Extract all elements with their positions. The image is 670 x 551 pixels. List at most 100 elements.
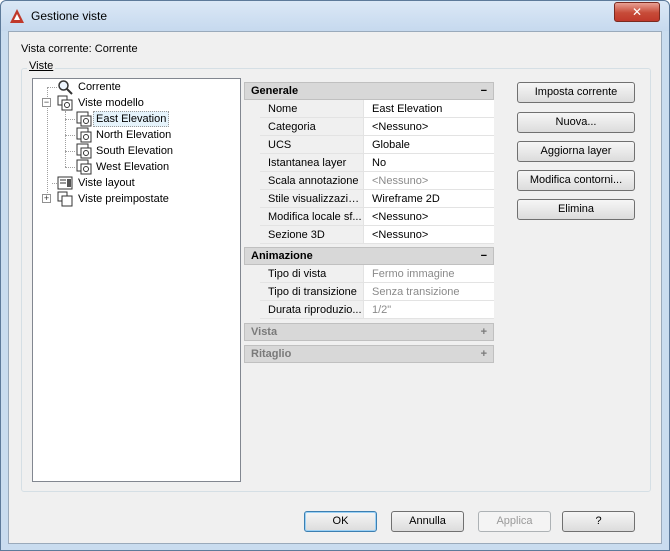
collapse-toggle[interactable]: −: [42, 98, 51, 107]
property-row[interactable]: Istantanea layer No: [244, 154, 494, 172]
edit-boundaries-button[interactable]: Modifica contorni...: [517, 170, 635, 191]
property-name: Istantanea layer: [260, 154, 364, 172]
title-bar[interactable]: Gestione viste ✕: [1, 1, 669, 31]
delete-button[interactable]: Elimina: [517, 199, 635, 220]
property-name: Nome: [260, 100, 364, 118]
property-row[interactable]: Categoria <Nessuno>: [244, 118, 494, 136]
property-value[interactable]: <Nessuno>: [364, 118, 494, 136]
update-layers-button[interactable]: Aggiorna layer: [517, 141, 635, 162]
property-name: Tipo di transizione: [260, 283, 364, 301]
tree-item-label: Viste preimpostate: [78, 193, 169, 205]
magnifier-icon: [58, 80, 73, 95]
new-button[interactable]: Nuova...: [517, 112, 635, 133]
autocad-logo-icon: [10, 9, 24, 23]
row-gutter: [244, 208, 260, 226]
tree-item-viste-preimpostate[interactable]: + Viste preimpostate: [33, 191, 233, 207]
collapse-icon[interactable]: −: [481, 83, 487, 99]
apply-button[interactable]: Applica: [478, 511, 551, 532]
tree-item-label: Viste layout: [78, 177, 135, 189]
row-gutter: [244, 190, 260, 208]
section-animazione[interactable]: Animazione −: [244, 247, 494, 265]
property-name: Scala annotazione: [260, 172, 364, 190]
property-row: Tipo di vista Fermo immagine: [244, 265, 494, 283]
window-title: Gestione viste: [31, 9, 108, 23]
property-row[interactable]: Nome East Elevation: [244, 100, 494, 118]
row-gutter: [244, 118, 260, 136]
section-generale[interactable]: Generale −: [244, 82, 494, 100]
section-title: Animazione: [251, 250, 313, 262]
tree-item-corrente[interactable]: Corrente: [33, 79, 233, 95]
tree-item-viste-modello[interactable]: − Viste modello: [33, 95, 233, 111]
tree-item-west-elevation[interactable]: West Elevation: [33, 159, 233, 175]
preset-views-icon: [57, 191, 73, 207]
close-button[interactable]: ✕: [614, 2, 660, 22]
row-gutter: [244, 100, 260, 118]
tree-item-label: West Elevation: [96, 161, 170, 173]
views-group-label: Viste: [27, 60, 56, 72]
tree-item-label: East Elevation: [93, 111, 170, 127]
dialog-client-area: Vista corrente: Corrente Viste Corrente: [8, 31, 662, 544]
expand-icon[interactable]: +: [481, 324, 487, 340]
property-row[interactable]: UCS Globale: [244, 136, 494, 154]
section-title: Vista: [251, 326, 278, 338]
property-row: Durata riproduzio... 1/2": [244, 301, 494, 319]
row-gutter: [244, 301, 260, 319]
view-icon: [76, 111, 92, 127]
property-row[interactable]: Sezione 3D <Nessuno>: [244, 226, 494, 244]
row-gutter: [244, 172, 260, 190]
property-value[interactable]: Wireframe 2D: [364, 190, 494, 208]
property-name: Modifica locale sf...: [260, 208, 364, 226]
property-value: 1/2": [364, 301, 494, 319]
property-value[interactable]: <Nessuno>: [364, 226, 494, 244]
layout-views-icon: [57, 176, 73, 190]
set-current-button[interactable]: Imposta corrente: [517, 82, 635, 103]
tree-item-north-elevation[interactable]: North Elevation: [33, 127, 233, 143]
row-gutter: [244, 154, 260, 172]
tree-item-label: Corrente: [78, 81, 121, 93]
property-name: Stile visualizzazio...: [260, 190, 364, 208]
tree-item-label: North Elevation: [96, 129, 172, 141]
views-tree[interactable]: Corrente − Viste modello East Elevation …: [32, 78, 241, 482]
property-value: Fermo immagine: [364, 265, 494, 283]
row-gutter: [244, 226, 260, 244]
tree-item-label: Viste modello: [78, 97, 144, 109]
view-icon: [76, 159, 92, 175]
tree-item-viste-layout[interactable]: Viste layout: [33, 175, 233, 191]
section-vista[interactable]: Vista +: [244, 323, 494, 341]
section-title: Generale: [251, 85, 299, 97]
cancel-button[interactable]: Annulla: [391, 511, 464, 532]
current-view-label: Vista corrente: Corrente: [21, 43, 138, 55]
property-value[interactable]: <Nessuno>: [364, 208, 494, 226]
row-gutter: [244, 265, 260, 283]
help-button[interactable]: ?: [562, 511, 635, 532]
property-name: UCS: [260, 136, 364, 154]
row-gutter: [244, 136, 260, 154]
property-value: <Nessuno>: [364, 172, 494, 190]
tree-item-east-elevation[interactable]: East Elevation: [33, 111, 233, 127]
ok-button[interactable]: OK: [304, 511, 377, 532]
property-name: Sezione 3D: [260, 226, 364, 244]
property-row[interactable]: Stile visualizzazio... Wireframe 2D: [244, 190, 494, 208]
expand-icon[interactable]: +: [481, 346, 487, 362]
property-value[interactable]: East Elevation: [364, 100, 494, 118]
section-title: Ritaglio: [251, 348, 292, 360]
row-gutter: [244, 283, 260, 301]
property-value[interactable]: Globale: [364, 136, 494, 154]
property-row[interactable]: Modifica locale sf... <Nessuno>: [244, 208, 494, 226]
view-icon: [76, 127, 92, 143]
gestione-viste-dialog: Gestione viste ✕ Vista corrente: Corrent…: [0, 0, 670, 551]
property-value: Senza transizione: [364, 283, 494, 301]
collapse-icon[interactable]: −: [481, 248, 487, 264]
property-row: Tipo di transizione Senza transizione: [244, 283, 494, 301]
property-name: Tipo di vista: [260, 265, 364, 283]
tree-item-label: South Elevation: [96, 145, 174, 157]
model-views-icon: [57, 95, 73, 111]
tree-item-south-elevation[interactable]: South Elevation: [33, 143, 233, 159]
property-name: Categoria: [260, 118, 364, 136]
property-value[interactable]: No: [364, 154, 494, 172]
expand-toggle[interactable]: +: [42, 194, 51, 203]
property-name: Durata riproduzio...: [260, 301, 364, 319]
section-ritaglio[interactable]: Ritaglio +: [244, 345, 494, 363]
view-icon: [76, 143, 92, 159]
property-row: Scala annotazione <Nessuno>: [244, 172, 494, 190]
